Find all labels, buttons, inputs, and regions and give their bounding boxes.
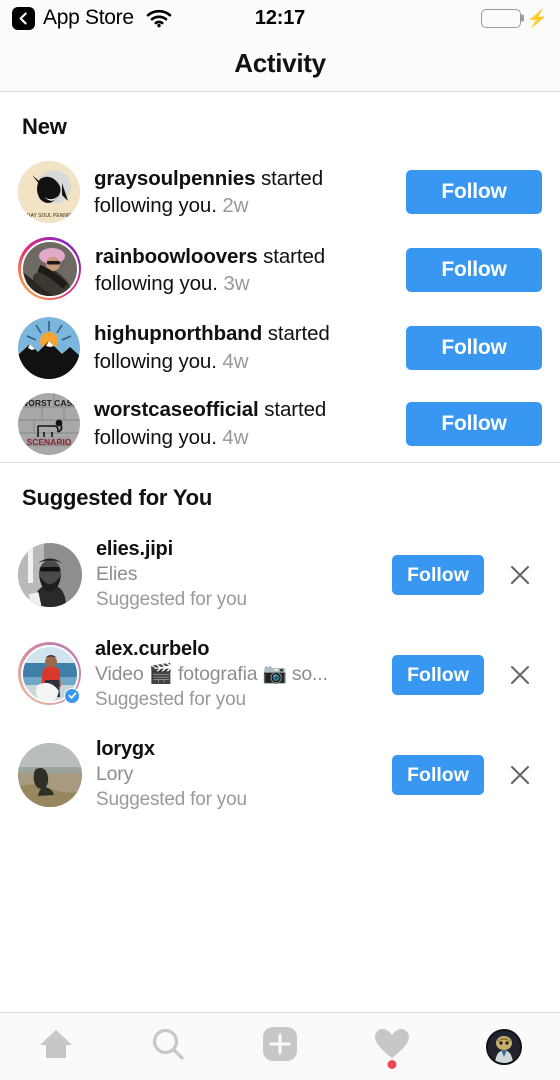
close-icon[interactable] — [498, 553, 542, 597]
section-header-new: New — [22, 114, 67, 139]
activity-row[interactable]: highupnorthband started following you. 4… — [0, 310, 560, 386]
follow-button[interactable]: Follow — [406, 170, 542, 214]
activity-username[interactable]: graysoulpennies — [94, 167, 256, 190]
suggestion-row[interactable]: lorygx Lory Suggested for you Follow — [0, 725, 560, 825]
suggestion-subtitle: Video 🎬 fotografia 📷 so... — [95, 662, 328, 685]
tab-add[interactable] — [224, 1013, 336, 1080]
activity-text: graysoulpennies started following you. 2… — [94, 165, 392, 219]
suggestion-subtitle: Lory — [96, 763, 134, 786]
follow-button[interactable]: Follow — [406, 247, 542, 292]
nav-bar: Activity — [0, 36, 560, 92]
svg-text:SCENARIO: SCENARIO — [27, 437, 72, 447]
status-bar-left[interactable]: App Store — [12, 6, 172, 30]
activity-username[interactable]: worstcaseofficial — [94, 398, 259, 421]
elies-jipi-avatar[interactable] — [18, 542, 82, 607]
avatar[interactable]: GRAY SOUL PENNIES — [18, 161, 80, 223]
verified-badge-icon — [64, 687, 80, 704]
activity-row[interactable]: WORST CASE SCENARIO worstcaseofficial st… — [0, 386, 560, 462]
close-icon[interactable] — [498, 653, 542, 697]
follow-button[interactable]: Follow — [406, 325, 542, 370]
activity-timestamp: 4w — [222, 349, 249, 373]
activity-row[interactable]: rainboowloovers started following you. 3… — [0, 230, 560, 310]
activity-scroll-content[interactable]: New GRAY SOUL PENNIES graysoulpennies st… — [0, 92, 560, 1012]
follow-button[interactable]: Follow — [406, 401, 542, 446]
worstcaseofficial-avatar[interactable]: WORST CASE SCENARIO — [18, 392, 80, 455]
svg-text:WORST CASE: WORST CASE — [20, 398, 78, 408]
suggestion-info: lorygx Lory Suggested for you — [96, 737, 378, 813]
avatar[interactable] — [18, 542, 82, 607]
add-plus-icon — [262, 1026, 298, 1067]
follow-button[interactable]: Follow — [392, 654, 484, 695]
profile-avatar-icon — [486, 1028, 522, 1065]
suggestion-info: alex.curbelo Video 🎬 fotografia 📷 so... … — [95, 637, 378, 713]
follow-button[interactable]: Follow — [392, 754, 484, 795]
suggestion-row[interactable]: elies.jipi Elies Suggested for you Follo… — [0, 525, 560, 625]
suggestion-note: Suggested for you — [96, 789, 247, 811]
search-icon — [151, 1027, 185, 1066]
story-ring[interactable] — [18, 237, 81, 300]
activity-text: highupnorthband started following you. 4… — [94, 320, 392, 374]
activity-text: worstcaseofficial started following you.… — [94, 396, 392, 450]
rainboowloovers-avatar[interactable] — [20, 239, 79, 298]
activity-row[interactable]: GRAY SOUL PENNIES graysoulpennies starte… — [0, 154, 560, 230]
graysoulpennies-avatar[interactable]: GRAY SOUL PENNIES — [18, 161, 80, 223]
avatar[interactable] — [18, 642, 81, 708]
avatar[interactable] — [18, 742, 82, 807]
avatar[interactable] — [18, 316, 80, 379]
lightning-bolt-icon: ⚡ — [526, 8, 548, 28]
instagram-activity-screen: App Store 12:17 ⚡ Activity New GRAY SOUL… — [0, 0, 560, 1080]
svg-text:GRAY SOUL PENNIES: GRAY SOUL PENNIES — [23, 213, 76, 219]
follow-button[interactable]: Follow — [392, 554, 484, 595]
activity-text: rainboowloovers started following you. 3… — [95, 243, 392, 297]
suggestion-username[interactable]: elies.jipi — [96, 537, 372, 562]
battery-full-icon — [480, 8, 524, 28]
activity-username[interactable]: highupnorthband — [94, 322, 262, 345]
tab-profile[interactable] — [448, 1013, 560, 1080]
back-app-label[interactable]: App Store — [43, 6, 134, 30]
close-icon[interactable] — [498, 753, 542, 797]
back-chevron-icon[interactable] — [12, 6, 35, 30]
activity-timestamp: 4w — [222, 425, 249, 449]
activity-timestamp: 2w — [222, 194, 249, 217]
status-bar: App Store 12:17 ⚡ — [0, 0, 560, 36]
tab-activity[interactable] — [336, 1013, 448, 1080]
suggestion-username[interactable]: lorygx — [96, 737, 372, 762]
avatar[interactable]: WORST CASE SCENARIO — [18, 392, 80, 455]
notification-badge — [387, 1060, 397, 1069]
home-icon — [38, 1028, 74, 1065]
suggestion-info: elies.jipi Elies Suggested for you — [96, 537, 378, 613]
lorygx-avatar[interactable] — [18, 742, 82, 807]
suggestion-subtitle: Elies — [96, 562, 138, 585]
status-bar-right: ⚡ — [480, 8, 548, 28]
tab-home[interactable] — [0, 1013, 112, 1080]
activity-username[interactable]: rainboowloovers — [95, 245, 258, 268]
wifi-icon — [146, 9, 172, 28]
suggestion-username[interactable]: alex.curbelo — [95, 637, 372, 662]
suggestion-note: Suggested for you — [95, 689, 246, 711]
tab-search[interactable] — [112, 1013, 224, 1080]
section-header-suggested: Suggested for You — [22, 484, 213, 510]
suggestion-note: Suggested for you — [96, 589, 247, 611]
avatar[interactable] — [18, 237, 81, 303]
highupnorthband-avatar[interactable] — [18, 316, 80, 379]
suggestion-row[interactable]: alex.curbelo Video 🎬 fotografia 📷 so... … — [0, 625, 560, 725]
page-title: Activity — [234, 48, 326, 78]
tab-bar — [0, 1012, 560, 1080]
activity-timestamp: 3w — [223, 271, 250, 295]
